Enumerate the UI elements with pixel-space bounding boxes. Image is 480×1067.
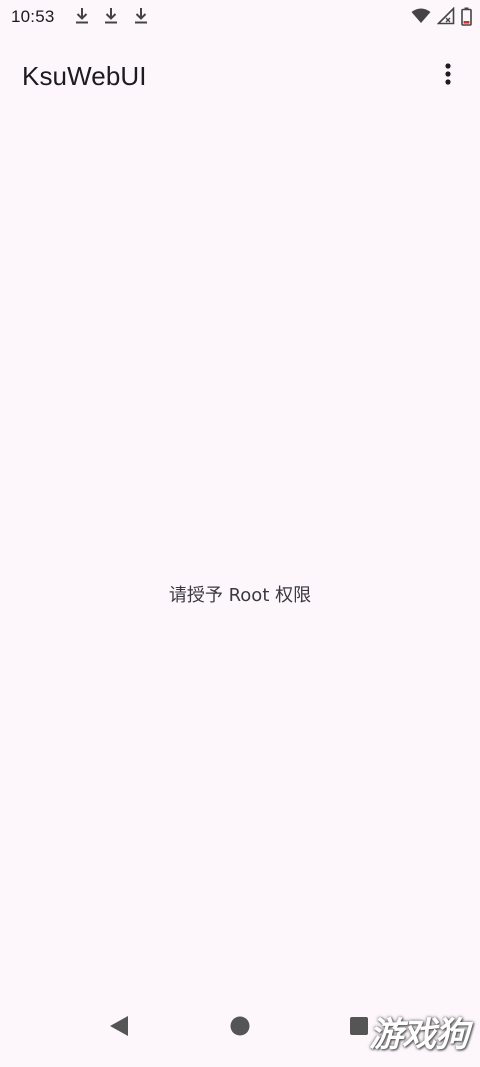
back-icon[interactable] bbox=[108, 1014, 130, 1043]
download-icon bbox=[74, 7, 90, 25]
cell-signal-icon bbox=[437, 7, 455, 25]
root-permission-message: 请授予 Root 权限 bbox=[168, 585, 312, 606]
wifi-icon bbox=[411, 8, 431, 24]
top-app-bar: KsuWebUI bbox=[0, 34, 480, 118]
download-icon bbox=[133, 7, 149, 25]
home-icon[interactable] bbox=[230, 1016, 250, 1041]
status-icons bbox=[411, 6, 472, 26]
app-title: KsuWebUI bbox=[22, 61, 147, 91]
recents-icon[interactable] bbox=[350, 1017, 368, 1040]
status-time: 10:53 bbox=[11, 7, 55, 26]
battery-icon bbox=[461, 7, 472, 26]
overflow-menu-button[interactable] bbox=[428, 56, 468, 96]
download-icon bbox=[103, 7, 119, 25]
more-vert-icon bbox=[444, 62, 452, 91]
status-bar: 10:53 bbox=[0, 0, 480, 34]
watermark-logo: 游戏狗 bbox=[369, 1015, 469, 1055]
navigation-bar: 游戏狗 bbox=[0, 1001, 480, 1067]
